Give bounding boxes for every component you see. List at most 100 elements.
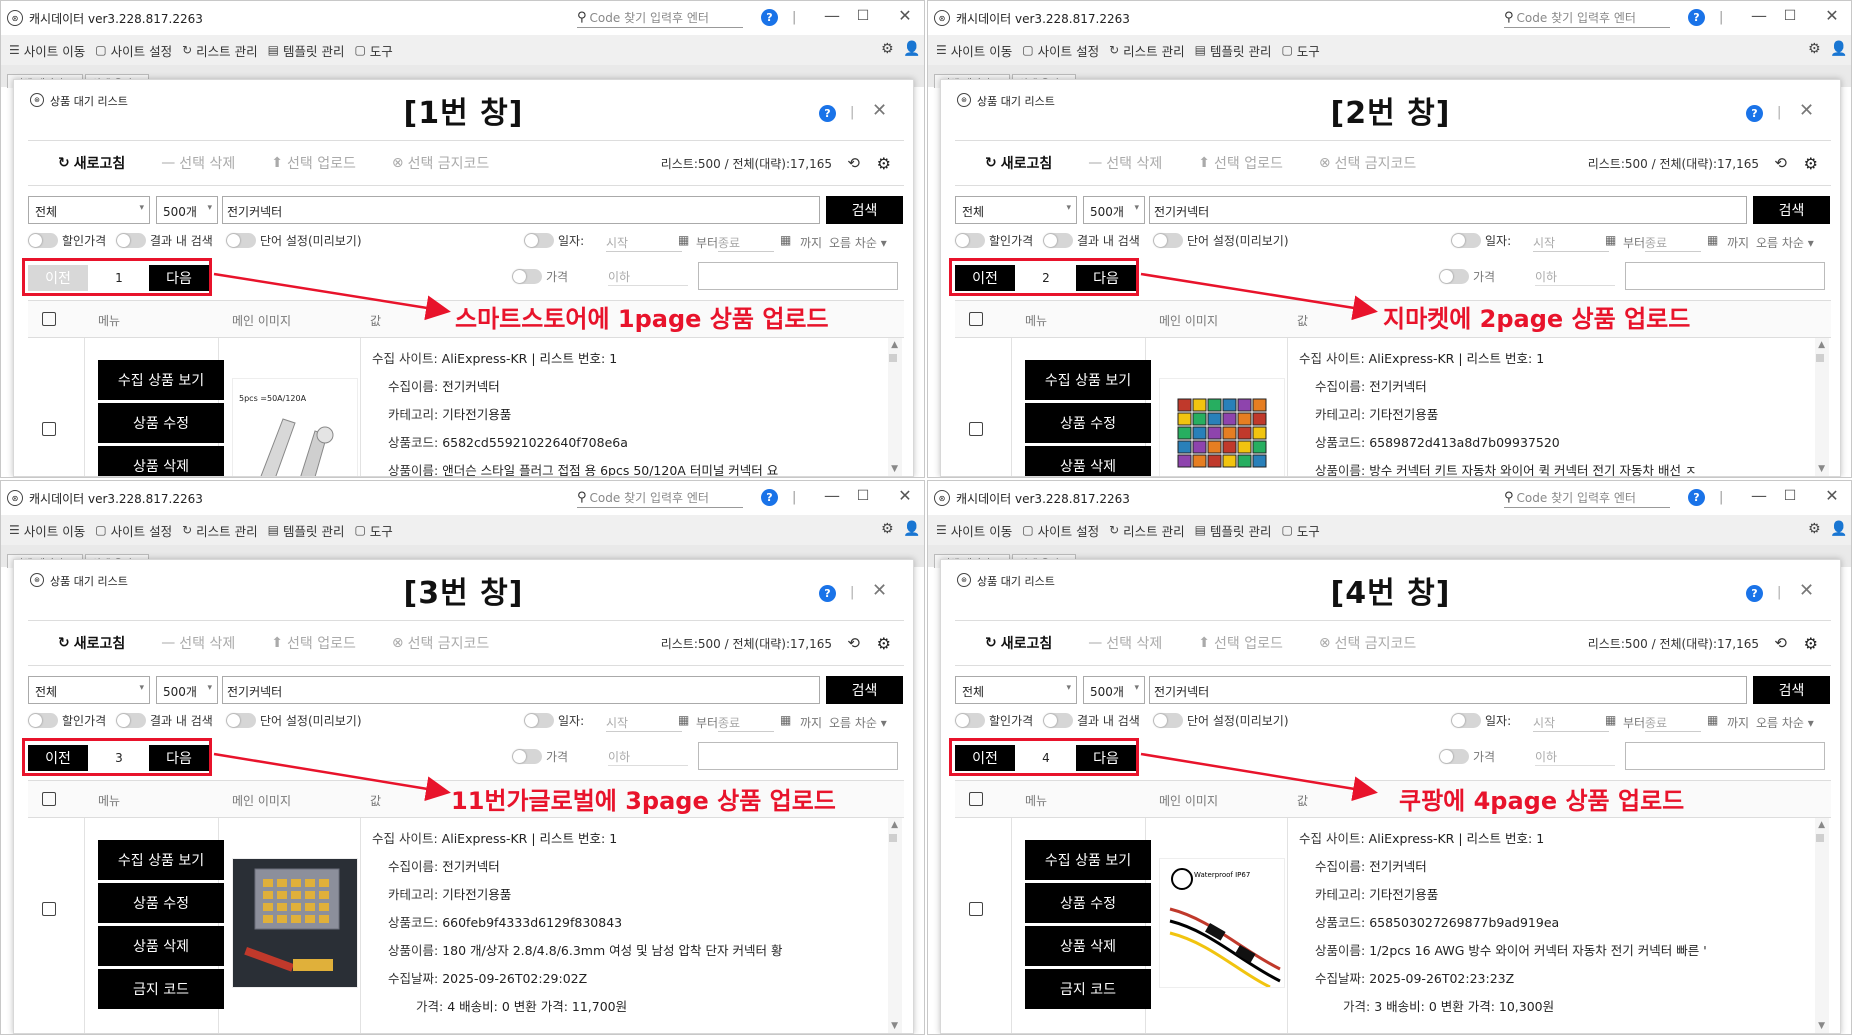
delete-product-button[interactable]: 상품 삭제 [1025, 446, 1151, 476]
start-date-input[interactable]: 시작 [606, 234, 682, 252]
sort-order-select[interactable]: 오름 차순 ▾ [829, 234, 887, 251]
close-button[interactable]: ✕ [892, 486, 918, 505]
price-input[interactable] [1625, 742, 1825, 770]
gear-icon[interactable]: ⚙ [881, 521, 894, 537]
page-number-input[interactable]: 4 [1022, 745, 1070, 771]
scroll-up-icon[interactable]: ▲ [891, 340, 898, 350]
select-all-checkbox[interactable] [969, 312, 983, 326]
dialog-close-button[interactable]: ✕ [872, 580, 887, 601]
toggle-switch[interactable] [955, 233, 985, 248]
user-icon[interactable]: 👤 [1830, 41, 1847, 57]
discount-toggle[interactable]: 할인가격 [28, 232, 106, 249]
menu-item[interactable]: ▢ 사이트 설정 [1022, 41, 1099, 60]
menu-item[interactable]: ☰ 사이트 이동 [9, 41, 85, 60]
menu-item[interactable]: ▤ 템플릿 관리 [1195, 521, 1272, 540]
keyword-input[interactable]: 전기커넥터 [222, 676, 820, 704]
category-select[interactable]: 전체 ▾ [28, 676, 150, 704]
toggle-switch[interactable] [512, 269, 542, 284]
ban-code-button[interactable]: 금지 코드 [98, 969, 224, 1009]
delete-selected-button[interactable]: — 선택 삭제 [161, 633, 235, 653]
toggle-switch[interactable] [1153, 233, 1183, 248]
select-all-checkbox[interactable] [42, 792, 56, 806]
search-button[interactable]: 검색 [826, 196, 903, 224]
delete-product-button[interactable]: 상품 삭제 [98, 926, 224, 966]
upload-selected-button[interactable]: ⬆ 선택 업로드 [271, 633, 356, 653]
dialog-close-button[interactable]: ✕ [872, 100, 887, 121]
dialog-close-button[interactable]: ✕ [1799, 100, 1814, 121]
gear-icon[interactable]: ⚙ [1808, 41, 1821, 57]
count-select[interactable]: 500개 ▾ [1083, 196, 1145, 224]
toggle-switch[interactable] [1043, 713, 1073, 728]
scroll-up-icon[interactable]: ▲ [891, 820, 898, 830]
delete-selected-button[interactable]: — 선택 삭제 [1088, 633, 1162, 653]
category-select[interactable]: 전체 ▾ [28, 196, 150, 224]
calendar-icon[interactable]: ▦ [678, 233, 689, 247]
discount-toggle[interactable]: 할인가격 [955, 232, 1033, 249]
ban-code-button[interactable]: 금지 코드 [1025, 969, 1151, 1009]
scrollbar[interactable]: ▲ ▼ [888, 818, 902, 1033]
calendar-icon[interactable]: ▦ [1605, 233, 1616, 247]
reload-icon[interactable]: ⟲ [1774, 634, 1787, 652]
price-under-select[interactable]: 이하 [608, 748, 688, 766]
prev-page-button[interactable]: 이전 [955, 745, 1015, 771]
toggle-switch[interactable] [1153, 713, 1183, 728]
delete-product-button[interactable]: 상품 삭제 [98, 446, 224, 476]
help-icon[interactable]: ? [1688, 489, 1705, 506]
dialog-help-icon[interactable]: ? [1746, 105, 1763, 122]
select-all-checkbox[interactable] [42, 312, 56, 326]
next-page-button[interactable]: 다음 [149, 265, 209, 291]
toggle-switch[interactable] [955, 713, 985, 728]
menu-item[interactable]: ↻ 리스트 관리 [1109, 41, 1185, 60]
view-collected-button[interactable]: 수집 상품 보기 [1025, 840, 1151, 880]
menu-item[interactable]: ▢ 도구 [1281, 521, 1319, 540]
ban-selected-button[interactable]: ⊗ 선택 금지코드 [392, 633, 489, 653]
user-icon[interactable]: 👤 [1830, 521, 1847, 537]
user-icon[interactable]: 👤 [903, 41, 920, 57]
toggle-switch[interactable] [512, 749, 542, 764]
close-button[interactable]: ✕ [1819, 6, 1845, 25]
edit-product-button[interactable]: 상품 수정 [1025, 883, 1151, 923]
scroll-thumb[interactable] [1816, 354, 1824, 362]
scroll-down-icon[interactable]: ▼ [1818, 1021, 1825, 1031]
maximize-button[interactable]: ☐ [1777, 488, 1803, 504]
toggle-switch[interactable] [226, 713, 256, 728]
sort-order-select[interactable]: 오름 차순 ▾ [829, 714, 887, 731]
word-setting-toggle[interactable]: 단어 설정(미리보기) [1153, 232, 1289, 249]
scroll-thumb[interactable] [889, 834, 897, 842]
gear-icon[interactable]: ⚙ [1804, 154, 1818, 173]
price-input[interactable] [1625, 262, 1825, 290]
count-select[interactable]: 500개 ▾ [1083, 676, 1145, 704]
count-select[interactable]: 500개 ▾ [156, 196, 218, 224]
date-toggle[interactable]: 일자: [1451, 712, 1511, 729]
page-number-input[interactable]: 3 [95, 745, 143, 771]
in-result-toggle[interactable]: 결과 내 검색 [116, 712, 213, 729]
discount-toggle[interactable]: 할인가격 [28, 712, 106, 729]
view-collected-button[interactable]: 수집 상품 보기 [1025, 360, 1151, 400]
end-date-input[interactable]: 종료 [718, 234, 774, 252]
help-icon[interactable]: ? [761, 9, 778, 26]
minimize-button[interactable]: — [1746, 6, 1772, 25]
toggle-switch[interactable] [226, 233, 256, 248]
toggle-switch[interactable] [116, 233, 146, 248]
prev-page-button[interactable]: 이전 [28, 265, 88, 291]
in-result-toggle[interactable]: 결과 내 검색 [116, 232, 213, 249]
date-toggle[interactable]: 일자: [524, 232, 584, 249]
next-page-button[interactable]: 다음 [149, 745, 209, 771]
scrollbar[interactable]: ▲ ▼ [1815, 338, 1829, 476]
delete-selected-button[interactable]: — 선택 삭제 [161, 153, 235, 173]
toggle-switch[interactable] [524, 233, 554, 248]
close-button[interactable]: ✕ [892, 6, 918, 25]
word-setting-toggle[interactable]: 단어 설정(미리보기) [1153, 712, 1289, 729]
discount-toggle[interactable]: 할인가격 [955, 712, 1033, 729]
category-select[interactable]: 전체 ▾ [955, 676, 1077, 704]
toggle-switch[interactable] [524, 713, 554, 728]
price-input[interactable] [698, 262, 898, 290]
menu-item[interactable]: ▤ 템플릿 관리 [1195, 41, 1272, 60]
menu-item[interactable]: ▢ 사이트 설정 [1022, 521, 1099, 540]
dialog-close-button[interactable]: ✕ [1799, 580, 1814, 601]
price-toggle[interactable]: 가격 [512, 268, 568, 285]
start-date-input[interactable]: 시작 [606, 714, 682, 732]
refresh-button[interactable]: ↻ 새로고침 [58, 633, 125, 653]
code-search-input[interactable]: ⚲ Code 찾기 입력후 엔터 [1504, 488, 1670, 508]
search-button[interactable]: 검색 [1753, 196, 1830, 224]
